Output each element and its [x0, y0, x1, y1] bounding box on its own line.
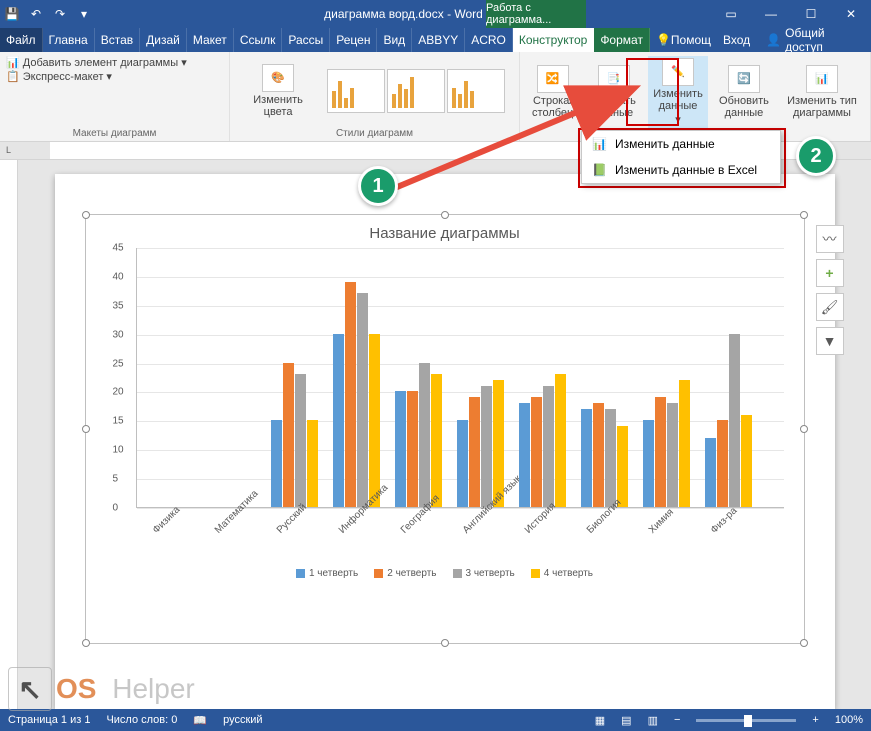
save-icon[interactable]: 💾 — [0, 2, 24, 26]
tab-file[interactable]: Файл — [0, 28, 43, 52]
change-colors-button[interactable]: 🎨 Изменить цвета — [236, 62, 320, 120]
tab-design[interactable]: Дизай — [140, 28, 187, 52]
view-read-icon[interactable]: ▦ — [595, 714, 605, 727]
chart-legend[interactable]: 1 четверть2 четверть3 четверть4 четверть — [86, 568, 804, 579]
tab-insert[interactable]: Встав — [95, 28, 140, 52]
tab-acrobat[interactable]: ACRO — [465, 28, 513, 52]
qat-more-icon[interactable]: ▾ — [72, 2, 96, 26]
chart-style-3[interactable] — [447, 69, 505, 113]
cursor-icon: ↖ — [8, 667, 52, 711]
callout-2: 2 — [796, 136, 836, 176]
tab-mailings[interactable]: Рассы — [282, 28, 330, 52]
title-bar: 💾 ↶ ↷ ▾ диаграмма ворд.docx - Word Работ… — [0, 0, 871, 28]
close-icon[interactable]: ✕ — [831, 2, 871, 26]
contextual-tab-label: Работа с диаграмма... — [486, 0, 586, 28]
chart-styles-button[interactable]: + — [816, 259, 844, 287]
chart-filters-button[interactable]: 🖌 — [816, 293, 844, 321]
edit-data-dropdown: 📊 Изменить данные 📗 Изменить данные в Ex… — [581, 130, 781, 184]
tab-abbyy[interactable]: ABBYY — [412, 28, 465, 52]
dropdown-edit-data[interactable]: 📊 Изменить данные — [582, 131, 780, 157]
watermark-logo: ↖ OS Helper — [8, 667, 195, 711]
quick-layout-button[interactable]: 📋 Экспресс-макет ▾ — [6, 70, 223, 84]
add-chart-element-button[interactable]: 📊 Добавить элемент диаграммы ▾ — [6, 56, 223, 70]
vertical-ruler[interactable] — [0, 160, 18, 709]
tab-references[interactable]: Ссылк — [234, 28, 283, 52]
zoom-level[interactable]: 100% — [835, 714, 863, 726]
zoom-in-icon[interactable]: + — [812, 714, 818, 726]
change-chart-type-button[interactable]: 📊Изменить тип диаграммы — [780, 63, 864, 121]
document-area: Название диаграммы 051015202530354045Физ… — [0, 160, 871, 709]
group-chart-layouts: Макеты диаграмм — [6, 126, 223, 139]
chart-style-2[interactable] — [387, 69, 445, 113]
group-chart-styles: Стили диаграмм — [236, 126, 513, 139]
tab-layout[interactable]: Макет — [187, 28, 234, 52]
chart-plot-area[interactable]: 051015202530354045ФизикаМатематикаРусски… — [136, 248, 784, 508]
tab-review[interactable]: Рецен — [330, 28, 377, 52]
tab-home[interactable]: Главна — [43, 28, 95, 52]
undo-icon[interactable]: ↶ — [24, 2, 48, 26]
maximize-icon[interactable]: ☐ — [791, 2, 831, 26]
redo-icon[interactable]: ↷ — [48, 2, 72, 26]
status-word-count[interactable]: Число слов: 0 — [106, 714, 177, 726]
tell-me[interactable]: 💡 Помощ — [650, 28, 717, 52]
chart-elements-button[interactable]: 〰 — [816, 225, 844, 253]
document-title: диаграмма ворд.docx - Word — [96, 7, 711, 21]
status-page[interactable]: Страница 1 из 1 — [8, 714, 90, 726]
switch-row-column-button[interactable]: 🔀Строка/столбец — [526, 63, 579, 121]
view-web-icon[interactable]: ▥ — [648, 714, 658, 727]
tab-chart-format[interactable]: Формат — [594, 28, 650, 52]
ribbon-tabs: Файл Главна Встав Дизай Макет Ссылк Расс… — [0, 28, 871, 52]
zoom-out-icon[interactable]: − — [674, 714, 680, 726]
tab-view[interactable]: Вид — [377, 28, 412, 52]
status-language[interactable]: русский — [223, 714, 262, 726]
chart-style-1[interactable] — [327, 69, 385, 113]
callout-highlight-1 — [626, 58, 679, 126]
login-button[interactable]: Вход — [717, 28, 756, 52]
chart-filter-funnel-button[interactable]: ▼ — [816, 327, 844, 355]
refresh-data-button[interactable]: 🔄Обновить данные — [714, 63, 774, 121]
share-button[interactable]: 👤 Общий доступ — [756, 28, 871, 52]
view-print-icon[interactable]: ▤ — [621, 714, 631, 727]
minimize-icon[interactable]: ― — [751, 2, 791, 26]
chart-object[interactable]: Название диаграммы 051015202530354045Физ… — [85, 214, 805, 644]
chart-title[interactable]: Название диаграммы — [86, 215, 804, 248]
ribbon-options-icon[interactable]: ▭ — [711, 2, 751, 26]
callout-1: 1 — [358, 166, 398, 206]
zoom-slider[interactable] — [696, 719, 796, 722]
dropdown-edit-data-excel[interactable]: 📗 Изменить данные в Excel — [582, 157, 780, 183]
proofing-icon[interactable]: 📖 — [193, 714, 207, 727]
tab-chart-design[interactable]: Конструктор — [513, 28, 594, 52]
page[interactable]: Название диаграммы 051015202530354045Физ… — [55, 174, 835, 709]
status-bar: Страница 1 из 1 Число слов: 0 📖 русский … — [0, 709, 871, 731]
